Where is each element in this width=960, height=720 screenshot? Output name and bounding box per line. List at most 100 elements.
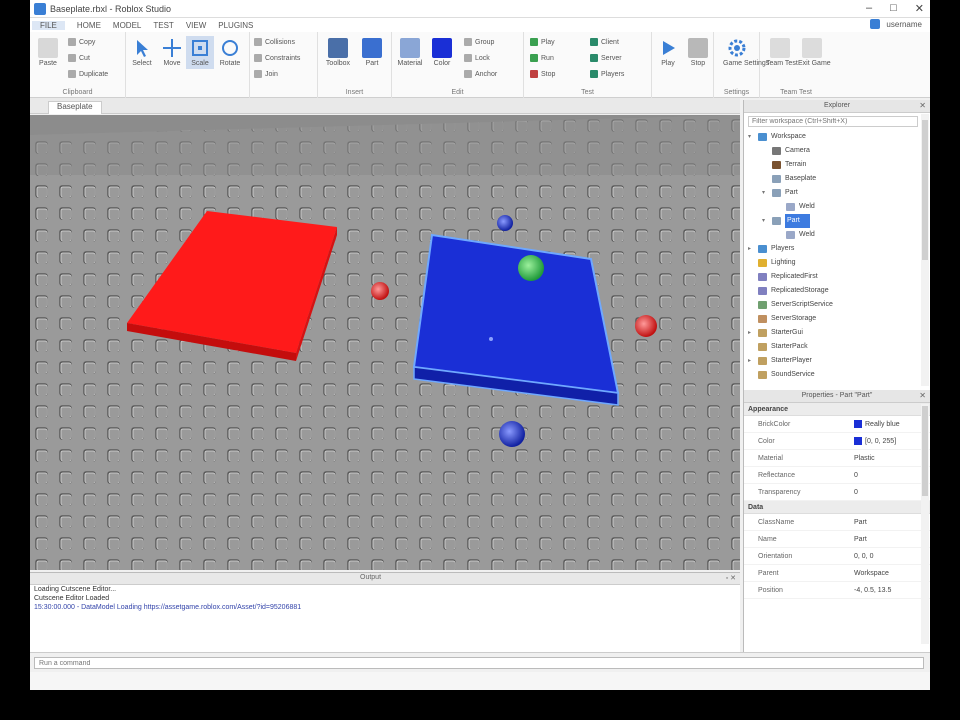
explorer-item[interactable]: ▾ Part — [744, 214, 930, 228]
color-swatch-icon[interactable] — [854, 437, 862, 445]
explorer-item[interactable]: StarterPack — [744, 340, 930, 354]
scale-handle-center[interactable] — [518, 255, 544, 281]
explorer-item[interactable]: ▾ Workspace — [744, 130, 930, 144]
property-row[interactable]: Orientation 0, 0, 0 — [744, 548, 930, 565]
user-avatar-icon[interactable] — [870, 19, 881, 29]
lock-button[interactable]: Lock — [464, 54, 490, 62]
explorer-item[interactable]: ReplicatedStorage — [744, 284, 930, 298]
close-button[interactable]: ✕ — [915, 2, 924, 15]
output-link-line[interactable]: 15:30:00.000 - DataModel Loading https:/… — [30, 603, 740, 612]
exit-game-button[interactable]: Exit Game — [798, 38, 831, 67]
minimize-button[interactable]: – — [866, 2, 872, 15]
server-button[interactable]: Server — [590, 54, 622, 62]
stop-small-button[interactable]: Stop — [530, 70, 555, 78]
client-button[interactable]: Client — [590, 38, 619, 46]
anchor-button[interactable]: Anchor — [464, 70, 497, 78]
user-name[interactable]: username — [886, 20, 922, 29]
toolbox-button[interactable]: Toolbox — [324, 38, 352, 67]
property-value[interactable]: Plastic — [854, 450, 930, 466]
menu-home[interactable]: HOME — [77, 21, 101, 30]
explorer-close-icon[interactable]: ✕ — [919, 101, 926, 110]
explorer-item[interactable]: ▸ StarterPlayer — [744, 354, 930, 368]
maximize-button[interactable]: □ — [890, 2, 897, 15]
menu-plugins[interactable]: PLUGINS — [218, 21, 253, 30]
tab-baseplate[interactable]: Baseplate — [48, 101, 102, 114]
stop-button[interactable]: Stop — [684, 38, 712, 67]
color-swatch-icon[interactable] — [854, 420, 862, 428]
explorer-filter-input[interactable] — [748, 116, 918, 127]
explorer-scroll-thumb[interactable] — [922, 120, 928, 260]
part-button[interactable]: Part — [358, 38, 386, 67]
expand-chevron-icon[interactable]: ▾ — [762, 214, 770, 228]
property-category[interactable]: Data — [744, 501, 930, 514]
expand-chevron-icon[interactable]: ▾ — [748, 130, 756, 144]
constraints-toggle[interactable]: Constraints — [254, 54, 300, 62]
game-settings-button[interactable]: Game Settings — [723, 38, 769, 67]
run-button[interactable]: Run — [530, 54, 554, 62]
material-button[interactable]: Material — [396, 38, 424, 67]
property-value[interactable]: Workspace — [854, 565, 930, 581]
property-category[interactable]: Appearance — [744, 403, 930, 416]
explorer-item[interactable]: Weld — [744, 228, 930, 242]
explorer-item[interactable]: SoundService — [744, 368, 930, 382]
output-close-icon[interactable]: ▫ ✕ — [726, 574, 736, 582]
scale-tool-button[interactable]: Scale — [186, 36, 214, 69]
color-button[interactable]: Color — [428, 38, 456, 67]
explorer-item[interactable]: ReplicatedFirst — [744, 270, 930, 284]
cut-button[interactable]: Cut — [68, 54, 90, 62]
explorer-item[interactable]: ServerStorage — [744, 312, 930, 326]
team-test-button[interactable]: Team Test — [766, 38, 798, 67]
explorer-item[interactable]: ServerScriptService — [744, 298, 930, 312]
properties-close-icon[interactable]: ✕ — [919, 391, 926, 400]
menu-test[interactable]: TEST — [153, 21, 173, 30]
baseplate[interactable] — [30, 115, 740, 570]
select-tool-button[interactable]: Select — [128, 38, 156, 67]
3d-viewport[interactable] — [30, 115, 740, 570]
group-button[interactable]: Group — [464, 38, 494, 46]
explorer-item[interactable]: Baseplate — [744, 172, 930, 186]
scale-handle-right[interactable] — [635, 315, 657, 337]
scale-handle-top[interactable] — [497, 215, 513, 231]
explorer-item[interactable]: Weld — [744, 200, 930, 214]
menu-file[interactable]: FILE — [32, 20, 65, 30]
property-value[interactable]: [0, 0, 255] — [854, 433, 930, 449]
property-row[interactable]: Position -4, 0.5, 13.5 — [744, 582, 930, 599]
paste-button[interactable]: Paste — [34, 38, 62, 67]
explorer-item[interactable]: Terrain — [744, 158, 930, 172]
property-row[interactable]: Material Plastic — [744, 450, 930, 467]
scale-handle-left[interactable] — [371, 282, 389, 300]
rotate-tool-button[interactable]: Rotate — [216, 38, 244, 67]
explorer-scrollbar[interactable] — [921, 114, 929, 386]
collisions-toggle[interactable]: Collisions — [254, 38, 295, 46]
explorer-item[interactable]: Camera — [744, 144, 930, 158]
property-value[interactable]: Really blue — [854, 416, 930, 432]
property-row[interactable]: Transparency 0 — [744, 484, 930, 501]
property-row[interactable]: Name Part — [744, 531, 930, 548]
property-row[interactable]: ClassName Part — [744, 514, 930, 531]
explorer-item[interactable]: ▸ StarterGui — [744, 326, 930, 340]
explorer-item[interactable]: Lighting — [744, 256, 930, 270]
property-row[interactable]: Color [0, 0, 255] — [744, 433, 930, 450]
play-button[interactable]: Play — [654, 38, 682, 67]
command-input[interactable] — [34, 657, 924, 669]
property-value[interactable]: -4, 0.5, 13.5 — [854, 582, 930, 598]
properties-scroll-thumb[interactable] — [922, 406, 928, 496]
join-toggle[interactable]: Join — [254, 70, 278, 78]
property-value[interactable]: Part — [854, 514, 930, 530]
move-tool-button[interactable]: Move — [158, 38, 186, 67]
property-value[interactable]: 0 — [854, 484, 930, 500]
property-value[interactable]: Part — [854, 531, 930, 547]
property-row[interactable]: BrickColor Really blue — [744, 416, 930, 433]
properties-scrollbar[interactable] — [921, 404, 929, 644]
players-button[interactable]: Players — [590, 70, 624, 78]
duplicate-button[interactable]: Duplicate — [68, 70, 108, 78]
play-here-button[interactable]: Play — [530, 38, 555, 46]
expand-chevron-icon[interactable]: ▾ — [762, 186, 770, 200]
explorer-item[interactable]: ▸ Players — [744, 242, 930, 256]
property-value[interactable]: 0, 0, 0 — [854, 548, 930, 564]
expand-chevron-icon[interactable]: ▸ — [748, 326, 756, 340]
menu-view[interactable]: VIEW — [186, 21, 206, 30]
property-value[interactable]: 0 — [854, 467, 930, 483]
scale-handle-bottom[interactable] — [499, 421, 525, 447]
property-row[interactable]: Parent Workspace — [744, 565, 930, 582]
